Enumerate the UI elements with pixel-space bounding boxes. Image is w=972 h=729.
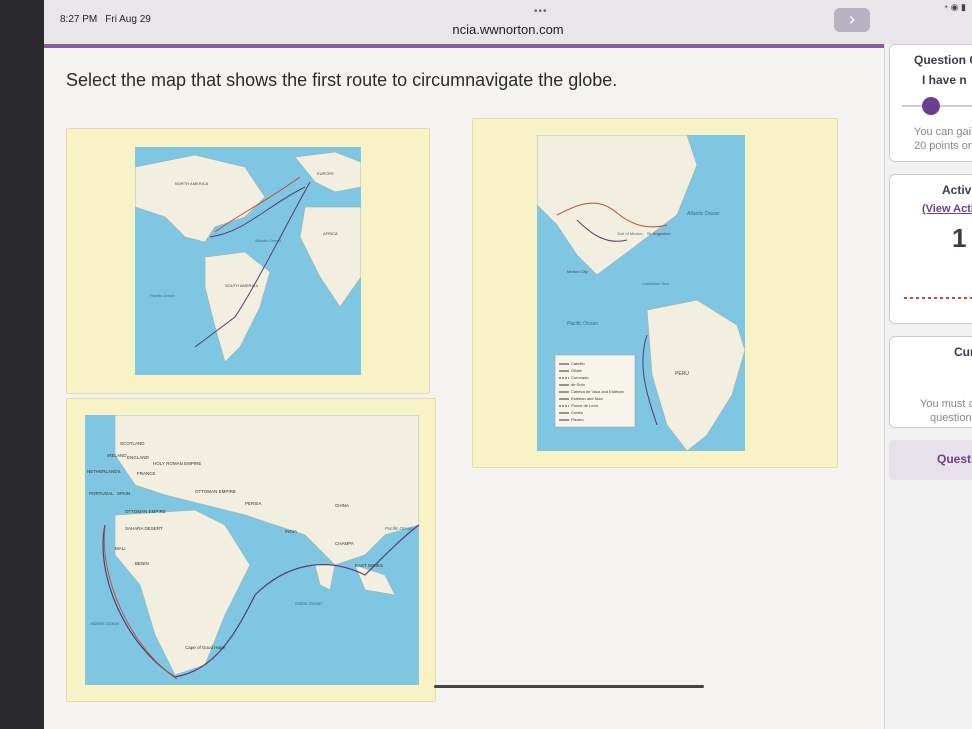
must-line-1: You must an bbox=[920, 398, 972, 410]
label-ottoman-1: OTTOMAN EMPIRE bbox=[195, 489, 236, 494]
label-africa: AFRICA bbox=[323, 231, 338, 236]
score-value: 1 bbox=[952, 223, 967, 253]
question-prompt: Select the map that shows the first rout… bbox=[66, 70, 618, 90]
legend-item: Oñate bbox=[571, 368, 583, 373]
legend-item: de Soto bbox=[571, 382, 586, 387]
label-england: ENGLAND bbox=[127, 455, 150, 460]
activity-progress bbox=[904, 297, 972, 299]
label-mali: MALI bbox=[115, 546, 126, 551]
label-caribbean: Caribbean Sea bbox=[642, 281, 669, 286]
completion-slider-knob[interactable] bbox=[922, 97, 940, 115]
label-st-augustine: St. Augustine bbox=[647, 231, 671, 236]
legend-item: Esteban and Niza bbox=[571, 396, 603, 401]
must-line-2: questions bbox=[930, 412, 972, 424]
have-text: I have n bbox=[922, 73, 967, 87]
wifi-battery-icon: ◔ ◉ ▮ bbox=[942, 2, 966, 12]
legend-item: Pizarro bbox=[571, 417, 584, 422]
browser-bar: 8:27 PM Fri Aug 29 ••• ncia.wwnorton.com … bbox=[44, 0, 972, 44]
label-east-indies: EAST INDIES bbox=[355, 563, 383, 568]
more-dots-icon[interactable]: ••• bbox=[534, 6, 548, 17]
label-pacific: Pacific Ocean bbox=[150, 293, 175, 298]
tablet-screen: 8:27 PM Fri Aug 29 ••• ncia.wwnorton.com … bbox=[44, 0, 972, 729]
atlantic-map-drawing: NORTH AMERICA EUROPE AFRICA SOUTH AMERIC… bbox=[135, 147, 361, 375]
question-completion-box: Question Co I have n You can gain 20 poi… bbox=[889, 44, 972, 162]
gain-line-2: 20 points on bbox=[914, 140, 972, 152]
americas-map: Atlantic Ocean Pacific Ocean Gulf of Mex… bbox=[537, 135, 745, 451]
label-persia: PERSIA bbox=[245, 501, 262, 506]
label-scotland: SCOTLAND bbox=[120, 441, 145, 446]
side-panel: Question Co I have n You can gain 20 poi… bbox=[884, 44, 972, 729]
atlantic-map: NORTH AMERICA EUROPE AFRICA SOUTH AMERIC… bbox=[135, 147, 361, 375]
label-europe: EUROPE bbox=[317, 171, 334, 176]
map-option-2[interactable]: Atlantic Ocean Pacific Ocean Gulf of Mex… bbox=[472, 118, 838, 468]
question-button[interactable]: Questio bbox=[889, 440, 972, 480]
label-atlantic-2: Atlantic Ocean bbox=[686, 211, 720, 217]
label-atlantic-3: Atlantic Ocean bbox=[89, 621, 120, 626]
label-netherlands: NETHERLANDS bbox=[87, 469, 121, 474]
activity-title: Activit bbox=[942, 183, 972, 197]
label-ottoman-2: OTTOMAN EMPIRE bbox=[125, 509, 166, 514]
africa-asia-map-drawing: SCOTLAND IRELAND ENGLAND NETHERLANDS FRA… bbox=[85, 415, 419, 685]
label-north-america: NORTH AMERICA bbox=[175, 181, 209, 186]
label-pacific-2: Pacific Ocean bbox=[567, 321, 598, 327]
legend-item: Ponce de León bbox=[571, 403, 598, 408]
americas-map-drawing: Atlantic Ocean Pacific Ocean Gulf of Mex… bbox=[537, 135, 745, 451]
home-indicator bbox=[434, 685, 704, 688]
legend-item: Cabrillo bbox=[571, 361, 585, 366]
label-china: CHINA bbox=[335, 503, 349, 508]
label-south-america: SOUTH AMERICA bbox=[225, 283, 258, 288]
label-mexico-city: Mexico City bbox=[567, 269, 588, 274]
question-button-label: Questio bbox=[937, 452, 972, 466]
map-option-1[interactable]: NORTH AMERICA EUROPE AFRICA SOUTH AMERIC… bbox=[66, 128, 430, 394]
current-title: Curr bbox=[954, 345, 972, 359]
map-option-3[interactable]: SCOTLAND IRELAND ENGLAND NETHERLANDS FRA… bbox=[66, 398, 436, 702]
current-box: Curr You must an questions bbox=[889, 336, 972, 428]
view-activity-link[interactable]: (View Acti bbox=[922, 203, 972, 215]
legend-item: Cortés bbox=[571, 410, 583, 415]
question-completion-title: Question Co bbox=[914, 53, 972, 67]
label-france: FRANCE bbox=[137, 471, 156, 476]
label-sahara: SAHARA DESERT bbox=[125, 526, 163, 531]
label-indian-ocean: Indian Ocean bbox=[295, 601, 322, 606]
gain-line-1: You can gain bbox=[914, 126, 972, 138]
legend-item: Cabeza de Vaca and Esteban bbox=[571, 389, 624, 394]
africa-asia-map: SCOTLAND IRELAND ENGLAND NETHERLANDS FRA… bbox=[85, 415, 419, 685]
label-india: INDIA bbox=[285, 529, 297, 534]
label-ireland: IRELAND bbox=[107, 453, 127, 458]
label-spain: SPAIN bbox=[117, 491, 130, 496]
label-pacific-3: Pacific Ocean bbox=[385, 526, 413, 531]
label-atlantic: Atlantic Ocean bbox=[254, 238, 282, 243]
label-portugal: PORTUGAL bbox=[89, 491, 114, 496]
label-champa: CHAMPA bbox=[335, 541, 354, 546]
header-divider bbox=[44, 44, 972, 48]
forward-button[interactable]: › bbox=[834, 8, 870, 32]
url-bar[interactable]: ncia.wwnorton.com bbox=[44, 22, 972, 37]
activity-box: Activit (View Acti 1 bbox=[889, 174, 972, 324]
legend-item: Coronado bbox=[571, 375, 589, 380]
label-benin: BENIN bbox=[135, 561, 149, 566]
label-gulf: Gulf of Mexico bbox=[617, 231, 643, 236]
label-cape: Cape of Good Hope bbox=[185, 645, 226, 650]
label-hre: HOLY ROMAN EMPIRE bbox=[153, 461, 201, 466]
label-peru: PERU bbox=[675, 371, 689, 377]
